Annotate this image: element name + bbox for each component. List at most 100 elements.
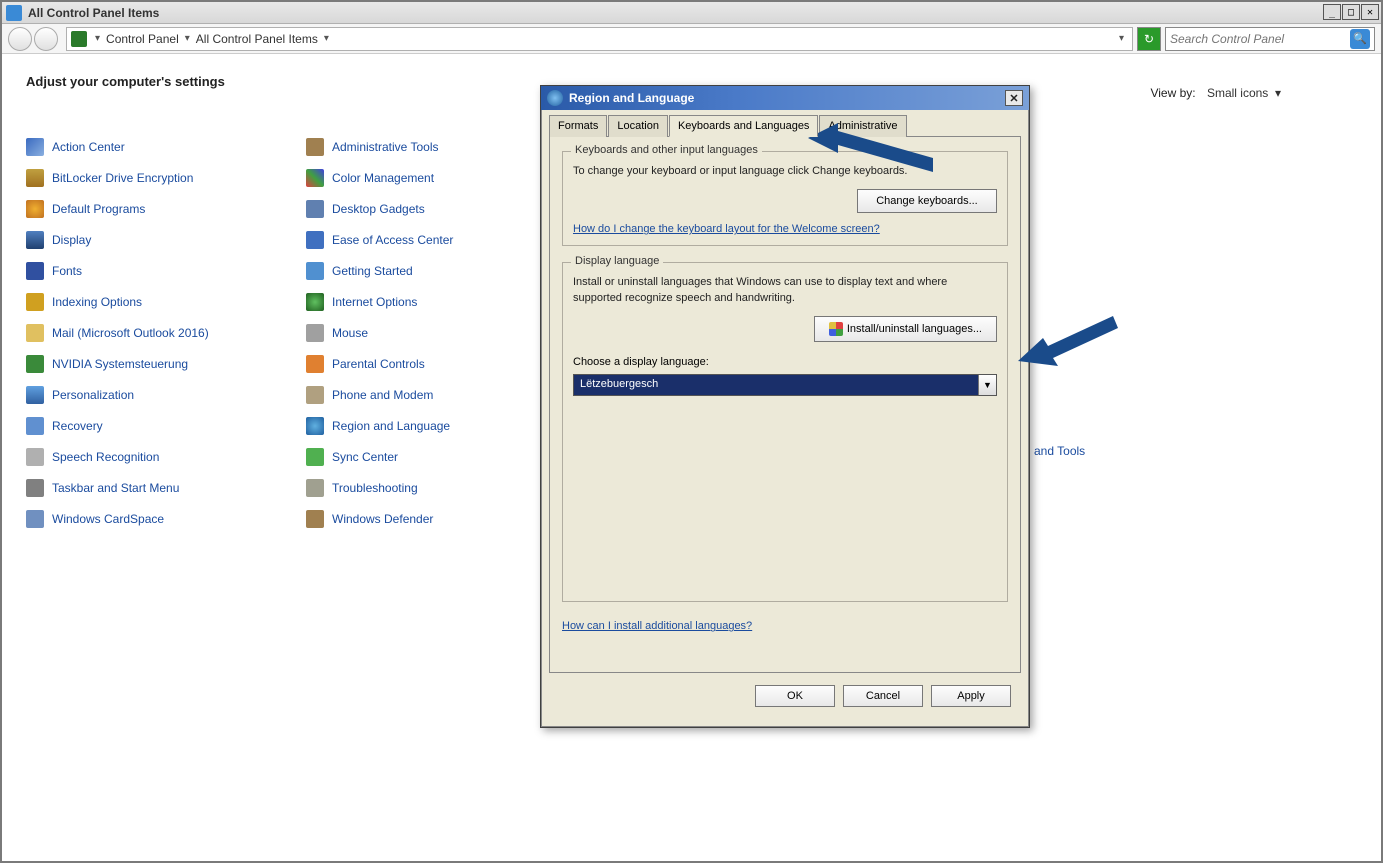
cp-item-label: Default Programs (52, 202, 145, 216)
breadcrumb-sep: ▾ (181, 33, 194, 44)
cp-item[interactable]: Windows CardSpace (26, 503, 306, 534)
cp-item[interactable]: Personalization (26, 379, 306, 410)
cp-item-label: Parental Controls (332, 357, 425, 371)
cp-item[interactable]: Mail (Microsoft Outlook 2016) (26, 317, 306, 348)
combo-dropdown-button[interactable]: ▼ (978, 375, 996, 395)
cp-item[interactable]: Action Center (26, 131, 306, 162)
cp-item-icon (306, 231, 324, 249)
cp-item[interactable]: BitLocker Drive Encryption (26, 162, 306, 193)
address-bar[interactable]: ▾ Control Panel ▾ All Control Panel Item… (66, 27, 1133, 51)
change-keyboards-button[interactable]: Change keyboards... (857, 189, 997, 213)
tab-keyboards-languages[interactable]: Keyboards and Languages (669, 115, 819, 137)
cp-item-icon (306, 510, 324, 528)
control-panel-icon (71, 31, 87, 47)
region-language-dialog: Region and Language ✕ Formats Location K… (540, 85, 1030, 728)
cp-item-label: Internet Options (332, 295, 417, 309)
cp-item-label: Indexing Options (52, 295, 142, 309)
cp-item-icon (26, 169, 44, 187)
cp-item[interactable]: Recovery (26, 410, 306, 441)
close-button[interactable]: ✕ (1361, 4, 1379, 20)
keyboard-layout-help-link[interactable]: How do I change the keyboard layout for … (573, 223, 880, 235)
cp-item-label: Phone and Modem (332, 388, 433, 402)
cp-item-icon (26, 448, 44, 466)
group-keyboards-text: To change your keyboard or input languag… (573, 164, 997, 179)
cp-item-label: Color Management (332, 171, 434, 185)
cp-item-label: Windows CardSpace (52, 512, 164, 526)
cp-item[interactable]: Default Programs (26, 193, 306, 224)
cp-item[interactable]: Display (26, 224, 306, 255)
cp-item-icon (26, 355, 44, 373)
cp-item[interactable]: Fonts (26, 255, 306, 286)
cp-item-icon (306, 448, 324, 466)
cp-item[interactable]: Indexing Options (26, 286, 306, 317)
install-languages-button[interactable]: Install/uninstall languages... (814, 316, 997, 342)
combo-selected: Lëtzebuergesch (574, 375, 978, 395)
group-keyboards: Keyboards and other input languages To c… (562, 151, 1008, 246)
cp-item-icon (26, 386, 44, 404)
cp-item-label: Getting Started (332, 264, 413, 278)
cp-item-icon (26, 138, 44, 156)
breadcrumb-seg1[interactable]: Control Panel (104, 32, 181, 46)
cp-item-icon (26, 479, 44, 497)
cp-item-icon (26, 510, 44, 528)
cp-item-label: Sync Center (332, 450, 398, 464)
cp-item-label: Taskbar and Start Menu (52, 481, 179, 495)
cp-item-label: Desktop Gadgets (332, 202, 425, 216)
cp-item-label: Personalization (52, 388, 134, 402)
cp-item-label: Speech Recognition (52, 450, 159, 464)
app-icon (6, 5, 22, 21)
dialog-title: Region and Language (569, 91, 694, 105)
minimize-button[interactable]: _ (1323, 4, 1341, 20)
cp-item-label: Display (52, 233, 91, 247)
breadcrumb-sep: ▾ (320, 33, 333, 44)
cp-item-label: Administrative Tools (332, 140, 439, 154)
back-button[interactable] (8, 27, 32, 51)
cancel-button[interactable]: Cancel (843, 685, 923, 707)
cp-item[interactable]: Speech Recognition (26, 441, 306, 472)
cp-item-icon (26, 200, 44, 218)
window-title-bar: All Control Panel Items _ □ ✕ (2, 2, 1381, 24)
forward-button[interactable] (34, 27, 58, 51)
bg-item-partial[interactable]: and Tools (1034, 444, 1085, 458)
address-dropdown[interactable]: ▾ (1115, 33, 1128, 44)
cp-item-icon (306, 169, 324, 187)
cp-item[interactable]: NVIDIA Systemsteuerung (26, 348, 306, 379)
cp-item-icon (306, 293, 324, 311)
ok-button[interactable]: OK (755, 685, 835, 707)
cp-item-icon (26, 262, 44, 280)
choose-language-label: Choose a display language: (573, 356, 997, 368)
tab-administrative[interactable]: Administrative (819, 115, 906, 137)
group-display-language: Display language Install or uninstall la… (562, 262, 1008, 602)
view-by-label: View by: (1150, 86, 1195, 100)
cp-item-label: Region and Language (332, 419, 450, 433)
cp-item-label: Mouse (332, 326, 368, 340)
apply-button[interactable]: Apply (931, 685, 1011, 707)
group-keyboards-title: Keyboards and other input languages (571, 144, 762, 156)
search-box[interactable]: 🔍 (1165, 27, 1375, 51)
cp-item-icon (306, 479, 324, 497)
tab-formats[interactable]: Formats (549, 115, 607, 137)
window-title: All Control Panel Items (28, 6, 159, 20)
cp-item-icon (26, 293, 44, 311)
cp-item-label: Windows Defender (332, 512, 433, 526)
search-input[interactable] (1170, 32, 1350, 46)
cp-item-icon (306, 386, 324, 404)
cp-item[interactable]: Taskbar and Start Menu (26, 472, 306, 503)
cp-item-label: Ease of Access Center (332, 233, 453, 247)
cp-item-icon (306, 324, 324, 342)
breadcrumb-seg2[interactable]: All Control Panel Items (194, 32, 320, 46)
dialog-close-button[interactable]: ✕ (1005, 90, 1023, 106)
search-icon[interactable]: 🔍 (1350, 29, 1370, 49)
tab-location[interactable]: Location (608, 115, 668, 137)
cp-item-icon (26, 324, 44, 342)
view-by-value[interactable]: Small icons ▾ (1207, 86, 1281, 100)
cp-item-label: Action Center (52, 140, 125, 154)
maximize-button[interactable]: □ (1342, 4, 1360, 20)
dialog-tabs: Formats Location Keyboards and Languages… (549, 114, 1021, 137)
display-language-combo[interactable]: Lëtzebuergesch ▼ (573, 374, 997, 396)
install-additional-languages-link[interactable]: How can I install additional languages? (562, 620, 752, 632)
group-display-title: Display language (571, 255, 663, 267)
refresh-button[interactable]: ↻ (1137, 27, 1161, 51)
view-by: View by: Small icons ▾ (1150, 86, 1281, 100)
cp-item-label: Fonts (52, 264, 82, 278)
